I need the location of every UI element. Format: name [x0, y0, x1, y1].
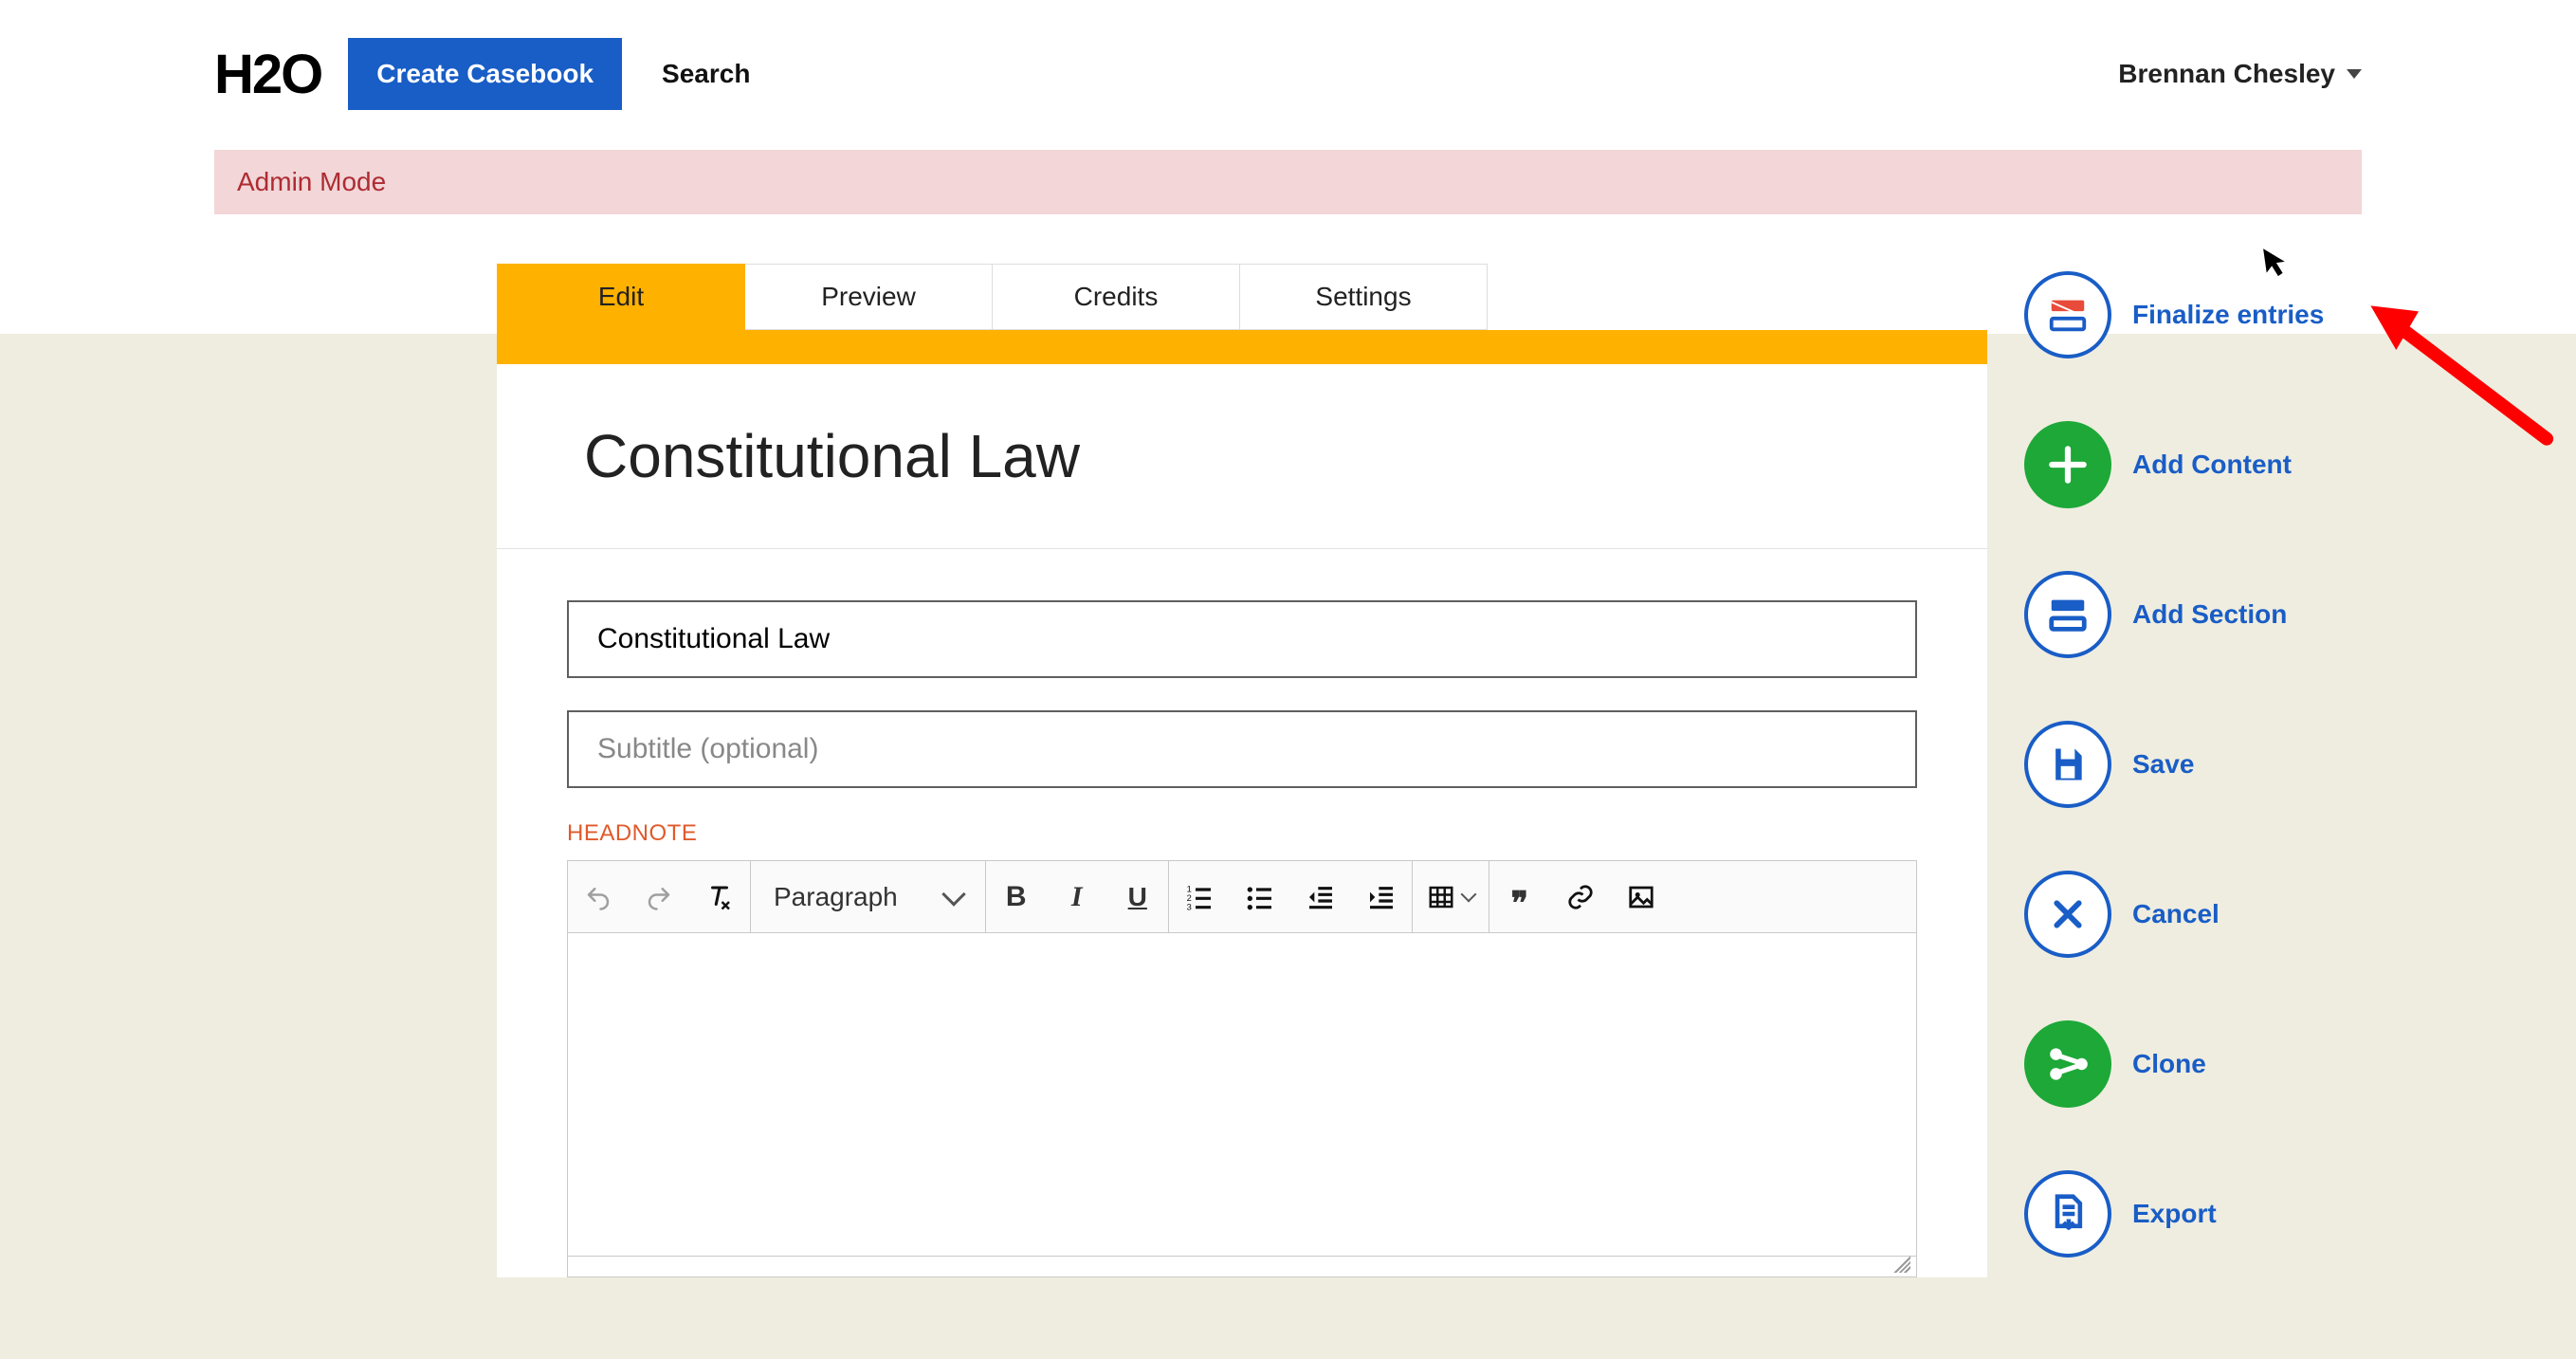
create-casebook-button[interactable]: Create Casebook: [348, 38, 622, 110]
ordered-list-button[interactable]: 123: [1169, 861, 1230, 933]
add-section-button[interactable]: Add Section: [2024, 571, 2422, 658]
chevron-down-icon: [1460, 886, 1476, 902]
rte-toolbar: Paragraph B I U 123: [568, 861, 1916, 933]
title-input[interactable]: [567, 600, 1917, 678]
headnote-label: HEADNOTE: [567, 820, 1917, 847]
table-icon: [1427, 883, 1455, 911]
tab-credits[interactable]: Credits: [993, 264, 1240, 330]
undo-icon: [584, 883, 612, 911]
clear-format-icon: [705, 883, 734, 911]
chevron-down-icon: [2347, 69, 2362, 79]
unordered-list-icon: [1245, 882, 1275, 912]
indent-icon: [1366, 882, 1397, 912]
header: H2O Create Casebook Search Brennan Chesl…: [0, 0, 2576, 119]
add-section-label: Add Section: [2132, 599, 2287, 630]
tab-edit[interactable]: Edit: [497, 264, 745, 330]
logo[interactable]: H2O: [214, 43, 321, 106]
tab-underline: [497, 330, 1987, 364]
image-icon: [1627, 883, 1655, 911]
outdent-button[interactable]: [1290, 861, 1351, 933]
svg-text:3: 3: [1186, 902, 1191, 911]
tabs: Edit Preview Credits Settings: [497, 264, 1488, 330]
italic-icon: I: [1071, 881, 1083, 913]
italic-button[interactable]: I: [1047, 861, 1107, 933]
export-button[interactable]: Export: [2024, 1170, 2422, 1258]
tab-preview[interactable]: Preview: [745, 264, 993, 330]
save-icon: [2024, 721, 2111, 808]
chevron-down-icon: [941, 882, 965, 906]
ordered-list-icon: 123: [1184, 882, 1215, 912]
add-content-label: Add Content: [2132, 450, 2292, 480]
search-link[interactable]: Search: [662, 59, 750, 89]
unordered-list-button[interactable]: [1230, 861, 1290, 933]
clear-formatting-button[interactable]: [689, 861, 750, 933]
block-format-select[interactable]: Paragraph: [751, 882, 985, 912]
link-icon: [1566, 883, 1595, 911]
cancel-label: Cancel: [2132, 899, 2220, 929]
rich-text-editor: Paragraph B I U 123: [567, 860, 1917, 1277]
clone-label: Clone: [2132, 1049, 2206, 1079]
bold-icon: B: [1006, 881, 1027, 913]
blockquote-button[interactable]: ❞: [1489, 861, 1550, 933]
tab-settings[interactable]: Settings: [1240, 264, 1488, 330]
user-name: Brennan Chesley: [2118, 59, 2335, 89]
subtitle-input[interactable]: [567, 710, 1917, 788]
add-content-icon: [2024, 421, 2111, 508]
save-label: Save: [2132, 749, 2194, 780]
link-button[interactable]: [1550, 861, 1611, 933]
redo-icon: [645, 883, 673, 911]
add-section-icon: [2024, 571, 2111, 658]
underline-icon: U: [1128, 882, 1147, 912]
underline-button[interactable]: U: [1107, 861, 1168, 933]
cancel-button[interactable]: Cancel: [2024, 871, 2422, 958]
mouse-cursor-icon: [2260, 243, 2291, 287]
image-button[interactable]: [1611, 861, 1672, 933]
main-editor: Edit Preview Credits Settings Constituti…: [497, 264, 1987, 1277]
editor-panel: Constitutional Law HEADNOTE: [497, 364, 1987, 1277]
clone-button[interactable]: Clone: [2024, 1020, 2422, 1108]
finalize-icon: [2024, 271, 2111, 358]
user-menu[interactable]: Brennan Chesley: [2118, 59, 2362, 89]
rte-resize-handle[interactable]: [568, 1256, 1916, 1276]
cancel-icon: [2024, 871, 2111, 958]
export-icon: [2024, 1170, 2111, 1258]
indent-button[interactable]: [1351, 861, 1412, 933]
finalize-entries-button[interactable]: Finalize entries: [2024, 271, 2422, 358]
undo-button[interactable]: [568, 861, 629, 933]
add-content-button[interactable]: Add Content: [2024, 421, 2422, 508]
redo-button[interactable]: [629, 861, 689, 933]
bold-button[interactable]: B: [986, 861, 1047, 933]
rte-body[interactable]: [568, 933, 1916, 1256]
admin-mode-banner: Admin Mode: [214, 150, 2362, 214]
export-label: Export: [2132, 1199, 2217, 1229]
action-rail: Finalize entries Add Content Add Section…: [2024, 271, 2422, 1320]
finalize-label: Finalize entries: [2132, 300, 2324, 330]
block-format-value: Paragraph: [774, 882, 898, 912]
clone-icon: [2024, 1020, 2111, 1108]
save-button[interactable]: Save: [2024, 721, 2422, 808]
outdent-icon: [1306, 882, 1336, 912]
page-title: Constitutional Law: [567, 421, 1917, 548]
table-button[interactable]: [1413, 861, 1489, 933]
